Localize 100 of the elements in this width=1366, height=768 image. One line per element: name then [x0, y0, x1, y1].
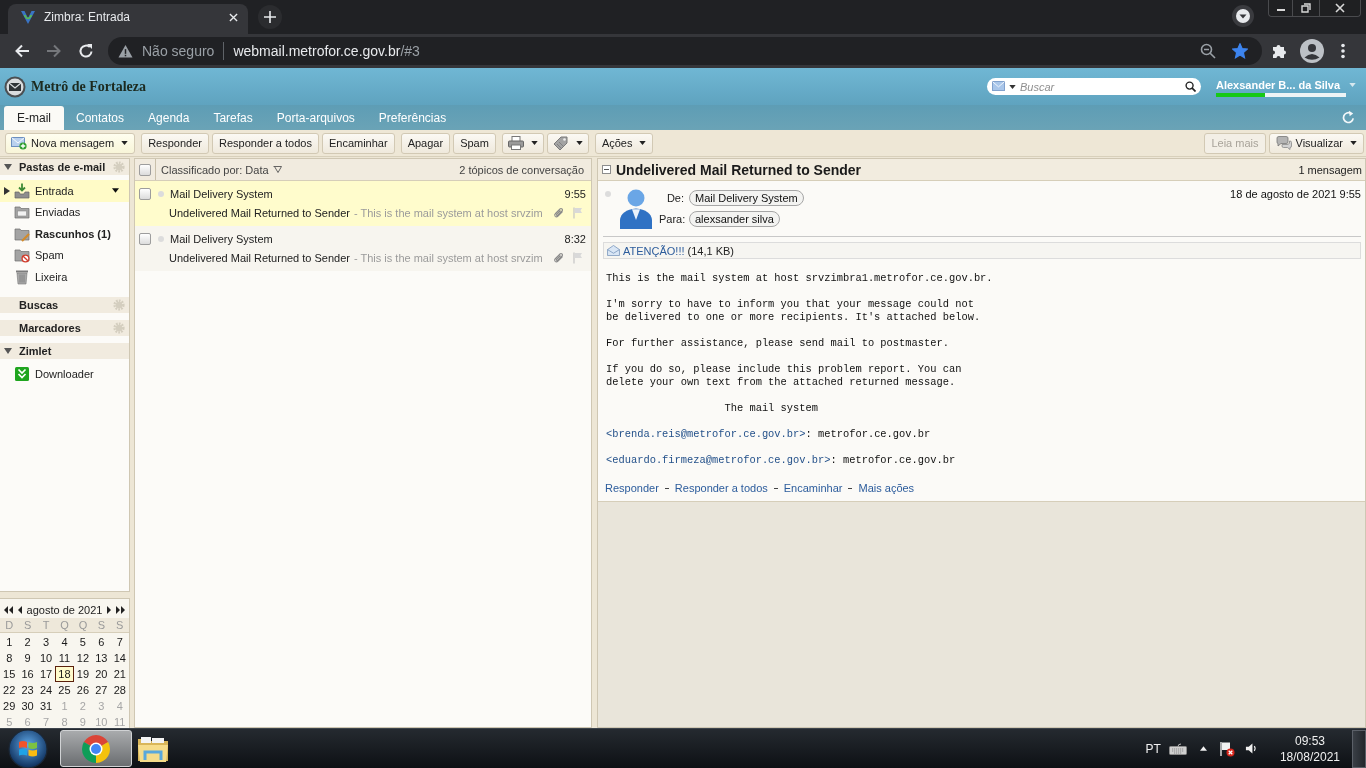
status-dot-icon[interactable] [605, 191, 611, 197]
caret-right-icon[interactable] [107, 605, 112, 614]
address-field[interactable]: Não seguro webmail.metrofor.ce.gov.br/#3 [108, 37, 1262, 65]
spam-button[interactable]: Spam [453, 132, 496, 154]
calendar-day[interactable]: 22 [0, 682, 19, 698]
speaker-icon[interactable] [1244, 742, 1258, 755]
calendar-day[interactable]: 18 [55, 666, 74, 682]
month-title[interactable]: agosto de 2021 [26, 603, 103, 616]
status-dot-icon[interactable] [158, 191, 164, 197]
more-actions-link[interactable]: Mais ações [858, 482, 915, 494]
profile-icon[interactable] [1300, 39, 1324, 63]
calendar-day[interactable]: 15 [0, 666, 19, 682]
calendar-day[interactable]: 11 [55, 650, 74, 666]
refresh-icon[interactable] [1341, 110, 1356, 125]
calendar-day[interactable]: 20 [92, 666, 111, 682]
calendar-day[interactable]: 25 [55, 682, 74, 698]
recipient-pill[interactable]: alexsander silva [689, 211, 780, 227]
more-menu-icon[interactable] [1341, 43, 1345, 59]
calendar-day[interactable]: 24 [36, 682, 56, 698]
flag-error-icon[interactable] [1218, 740, 1235, 757]
double-caret-right-icon[interactable] [116, 605, 125, 614]
calendar-day[interactable]: 19 [73, 666, 93, 682]
collapse-icon[interactable] [602, 165, 611, 174]
folder-item[interactable]: Downloader [0, 363, 129, 385]
search-field[interactable]: Buscar [987, 78, 1201, 95]
calendar-day[interactable]: 5 [73, 634, 93, 650]
back-arrow-icon[interactable] [14, 43, 30, 59]
reply-link[interactable]: Responder [605, 482, 659, 494]
star-icon[interactable] [1232, 43, 1248, 59]
calendar-day[interactable]: 6 [92, 634, 111, 650]
print-button[interactable] [501, 132, 544, 154]
new-message-button[interactable]: Nova mensagem [5, 132, 136, 154]
tag-button[interactable] [546, 132, 589, 154]
email-link[interactable]: <brenda.reis@metrofor.ce.gov.br> [606, 428, 806, 440]
calendar-day[interactable]: 17 [36, 666, 56, 682]
clock-time[interactable]: 09:53 [1294, 732, 1325, 749]
close-icon[interactable] [229, 12, 238, 22]
reply-all-button[interactable]: Responder a todos [212, 132, 319, 154]
sort-button[interactable]: Classificado por: Data [161, 163, 282, 176]
security-label[interactable]: Não seguro [142, 43, 215, 59]
calendar-day[interactable]: 27 [92, 682, 111, 698]
calendar-day[interactable]: 14 [110, 650, 129, 666]
caret-icon[interactable] [1009, 84, 1016, 89]
triangle-down-icon[interactable] [4, 163, 12, 171]
app-tab[interactable]: E-mail [4, 106, 64, 130]
warning-icon[interactable] [118, 43, 133, 59]
close-window-button[interactable] [1319, 0, 1360, 16]
calendar-day[interactable]: 4 [55, 634, 74, 650]
zoom-out-icon[interactable] [1200, 43, 1216, 59]
row-checkbox[interactable] [139, 188, 151, 200]
clock-date[interactable]: 18/08/2021 [1279, 748, 1340, 765]
keyboard-icon[interactable] [1168, 742, 1187, 755]
calendar-day[interactable]: 31 [36, 698, 56, 714]
attachment-link[interactable]: ATENÇÃO!!! [623, 244, 685, 257]
start-icon[interactable] [8, 728, 48, 768]
calendar-day[interactable]: 30 [18, 698, 37, 714]
email-link[interactable]: <eduardo.firmeza@metrofor.ce.gov.br> [606, 454, 831, 466]
folder-item[interactable]: Lixeira [0, 266, 129, 288]
triangle-right-icon[interactable] [4, 186, 10, 195]
caret-up-icon[interactable] [1199, 746, 1207, 751]
message-row[interactable]: Mail Delivery System 9:55 Undelivered Mail Returned to Sender - This is the mail system at host srvzim [135, 181, 591, 226]
calendar-day[interactable]: 8 [0, 650, 19, 666]
folder-item[interactable]: Spam [0, 244, 129, 266]
calendar-day[interactable]: 12 [73, 650, 93, 666]
status-dot-icon[interactable] [158, 236, 164, 242]
caret-left-icon[interactable] [17, 605, 22, 614]
folder-item[interactable]: Rascunhos (1) [0, 223, 129, 245]
reply-all-link[interactable]: Responder a todos [674, 482, 768, 494]
forward-link[interactable]: Encaminhar [783, 482, 843, 494]
calendar-day[interactable]: 10 [36, 650, 56, 666]
folder-item[interactable]: Entrada [0, 180, 129, 202]
calendar-day[interactable]: 2 [18, 634, 37, 650]
calendar-day[interactable]: 28 [110, 682, 129, 698]
caret-circle-icon[interactable] [1232, 5, 1254, 27]
triangle-down-icon[interactable] [4, 346, 12, 355]
calendar-day[interactable]: 21 [110, 666, 129, 682]
message-row[interactable]: Mail Delivery System 8:32 Undelivered Mail Returned to Sender - This is the mail system at host srvzim [135, 226, 591, 271]
new-tab-button[interactable] [258, 5, 282, 29]
delete-button[interactable]: Apagar [400, 132, 451, 154]
browser-tab[interactable]: Zimbra: Entrada [8, 4, 248, 34]
calendar-day[interactable]: 1 [0, 634, 19, 650]
language-indicator[interactable]: PT [1145, 741, 1161, 756]
row-checkbox[interactable] [139, 233, 151, 245]
caret-icon[interactable] [112, 188, 119, 194]
sender-pill[interactable]: Mail Delivery System [689, 190, 804, 206]
calendar-day[interactable]: 29 [0, 698, 19, 714]
calendar-day[interactable]: 3 [36, 634, 56, 650]
folder-item[interactable]: Enviadas [0, 201, 129, 223]
reload-icon[interactable] [78, 43, 94, 59]
calendar-day[interactable]: 7 [110, 634, 129, 650]
calendar-day[interactable]: 9 [18, 650, 37, 666]
view-button[interactable]: Visualizar [1268, 132, 1364, 154]
calendar-day[interactable]: 16 [18, 666, 37, 682]
select-all-checkbox[interactable] [139, 163, 151, 176]
search-icon[interactable] [1185, 81, 1196, 92]
double-caret-left-icon[interactable] [4, 605, 13, 614]
actions-button[interactable]: Ações [594, 132, 654, 154]
forward-button[interactable]: Encaminhar [321, 132, 395, 154]
puzzle-icon[interactable] [1271, 43, 1287, 59]
calendar-day[interactable]: 26 [73, 682, 93, 698]
